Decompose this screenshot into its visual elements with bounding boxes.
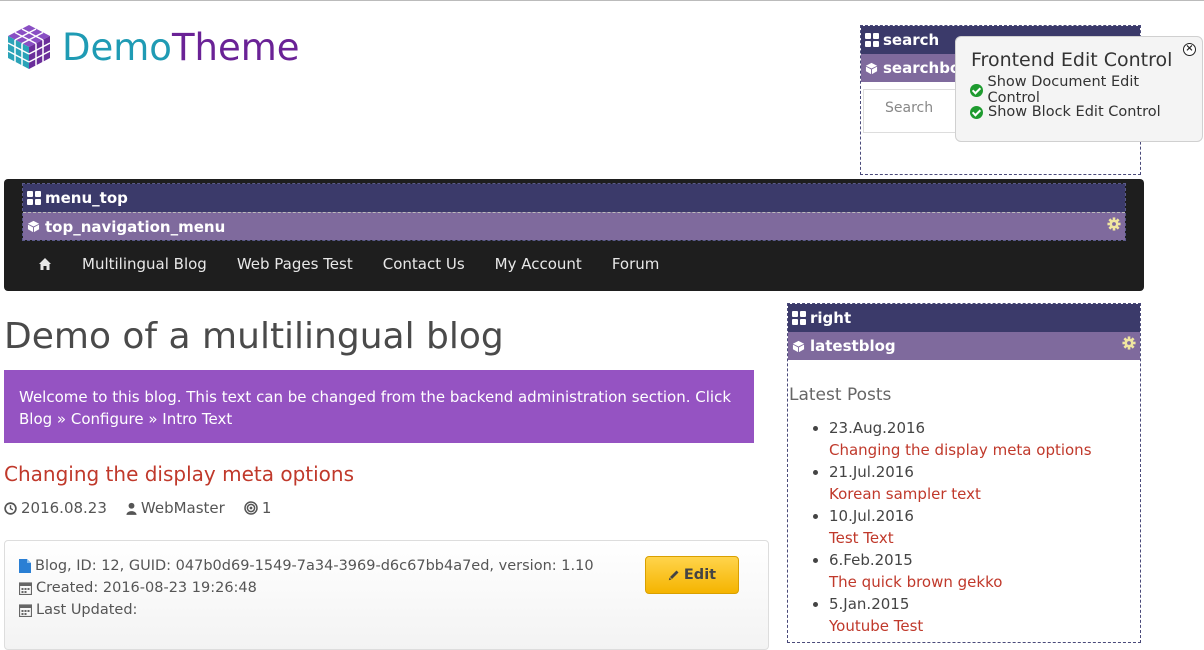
post-comments-count: 1 xyxy=(261,499,272,517)
panel-title: Frontend Edit Control xyxy=(971,49,1173,71)
top-navbar: menu_top top_navigation_menu Multilingua… xyxy=(4,179,1144,291)
document-info-box: Blog, ID: 12, GUID: 047b0d69-1549-7a34-3… xyxy=(4,540,769,650)
doc-info-line: Blog, ID: 12, GUID: 047b0d69-1549-7a34-3… xyxy=(19,558,594,574)
grid-icon xyxy=(865,33,879,47)
cube-icon xyxy=(792,340,805,352)
container-label: search xyxy=(883,31,940,49)
check-circle-icon xyxy=(970,83,983,97)
nav-link-multilingual-blog[interactable]: Multilingual Blog xyxy=(82,255,207,273)
clock-icon xyxy=(4,501,17,515)
doc-created-line: Created: 2016-08-23 19:26:48 xyxy=(19,580,257,596)
post-author-text: WebMaster xyxy=(140,499,225,517)
right-container: right latestblog Latest Posts 23.Aug.201… xyxy=(787,303,1141,643)
post-link[interactable]: Korean sampler text xyxy=(829,483,1092,505)
logo-text-theme: Theme xyxy=(171,25,300,69)
page-title: Demo of a multilingual blog xyxy=(4,316,504,357)
grid-icon xyxy=(792,311,806,325)
post-link[interactable]: The quick brown gekko xyxy=(829,571,1092,593)
nav-link-my-account[interactable]: My Account xyxy=(495,255,582,273)
nav-link-contact-us[interactable]: Contact Us xyxy=(383,255,465,273)
comment-target-icon xyxy=(244,501,258,515)
post-title-link[interactable]: Changing the display meta options xyxy=(4,462,354,486)
cube-icon xyxy=(27,220,40,233)
doc-created-text: Created: 2016-08-23 19:26:48 xyxy=(36,580,257,596)
file-icon xyxy=(19,559,31,573)
user-icon xyxy=(126,502,137,515)
post-date: 5.Jan.2015 xyxy=(829,595,910,613)
post-date: 23.Aug.2016 xyxy=(829,419,926,437)
grid-icon xyxy=(27,191,41,205)
block-label: top_navigation_menu xyxy=(45,217,226,236)
show-block-edit-option[interactable]: Show Block Edit Control xyxy=(970,101,1188,123)
frontend-edit-control-panel: × Frontend Edit Control Show Document Ed… xyxy=(955,36,1203,142)
post-meta: 2016.08.23 WebMaster 1 xyxy=(4,499,290,517)
post-link[interactable]: Youtube Test xyxy=(829,615,1092,637)
pencil-icon xyxy=(668,570,679,581)
right-container-header[interactable]: right xyxy=(788,304,1140,332)
calendar-icon xyxy=(19,604,32,617)
edit-button-label: Edit xyxy=(683,567,717,583)
block-label: latestblog xyxy=(810,337,896,355)
doc-updated-line: Last Updated: xyxy=(19,602,137,618)
doc-info-text: Blog, ID: 12, GUID: 047b0d69-1549-7a34-3… xyxy=(35,558,594,574)
doc-updated-text: Last Updated: xyxy=(36,602,138,618)
post-date: 21.Jul.2016 xyxy=(829,463,914,481)
list-item: 5.Jan.2015 Youtube Test xyxy=(829,593,1092,637)
calendar-icon xyxy=(19,582,32,595)
show-document-edit-option[interactable]: Show Document Edit Control xyxy=(970,74,1188,106)
nav-link-forum[interactable]: Forum xyxy=(612,255,660,273)
gear-icon[interactable] xyxy=(1122,336,1136,350)
gear-icon[interactable] xyxy=(1107,217,1121,231)
post-date: 10.Jul.2016 xyxy=(829,507,914,525)
post-author[interactable]: WebMaster xyxy=(126,499,225,517)
menu-top-container: menu_top top_navigation_menu xyxy=(22,183,1126,241)
list-item: 23.Aug.2016 Changing the display meta opt… xyxy=(829,417,1092,461)
intro-text-box: Welcome to this blog. This text can be c… xyxy=(4,370,754,443)
container-label: right xyxy=(810,309,852,327)
menu-top-container-header[interactable]: menu_top xyxy=(23,184,1125,212)
post-comments[interactable]: 1 xyxy=(244,499,272,517)
list-item: 6.Feb.2015 The quick brown gekko xyxy=(829,549,1092,593)
logo-text-demo: Demo xyxy=(62,25,172,69)
close-icon[interactable]: × xyxy=(1183,43,1196,56)
nav-link-web-pages-test[interactable]: Web Pages Test xyxy=(237,255,353,273)
option-label: Show Document Edit Control xyxy=(987,74,1140,106)
latestblog-block-header[interactable]: latestblog xyxy=(788,332,1140,360)
option-label: Show Block Edit Control xyxy=(988,104,1161,120)
logo-text: DemoTheme xyxy=(62,29,300,66)
post-link[interactable]: Changing the display meta options xyxy=(829,439,1092,461)
post-date: 2016.08.23 xyxy=(4,499,107,517)
post-date: 6.Feb.2015 xyxy=(829,551,913,569)
nav-links: Multilingual Blog Web Pages Test Contact… xyxy=(34,255,689,273)
site-logo[interactable]: DemoTheme xyxy=(4,21,300,73)
logo-cube-icon xyxy=(7,25,51,69)
container-label: menu_top xyxy=(45,189,128,207)
home-icon[interactable] xyxy=(38,257,52,271)
top-navigation-menu-block-header[interactable]: top_navigation_menu xyxy=(23,212,1125,240)
edit-button[interactable]: Edit xyxy=(645,556,739,594)
latest-posts-heading: Latest Posts xyxy=(789,385,892,405)
cube-icon xyxy=(865,62,878,74)
latest-posts-list: 23.Aug.2016 Changing the display meta opt… xyxy=(814,417,1092,637)
post-link[interactable]: Test Text xyxy=(829,527,1092,549)
list-item: 21.Jul.2016 Korean sampler text xyxy=(829,461,1092,505)
check-circle-icon xyxy=(970,105,983,119)
post-date-text: 2016.08.23 xyxy=(21,499,107,517)
list-item: 10.Jul.2016 Test Text xyxy=(829,505,1092,549)
